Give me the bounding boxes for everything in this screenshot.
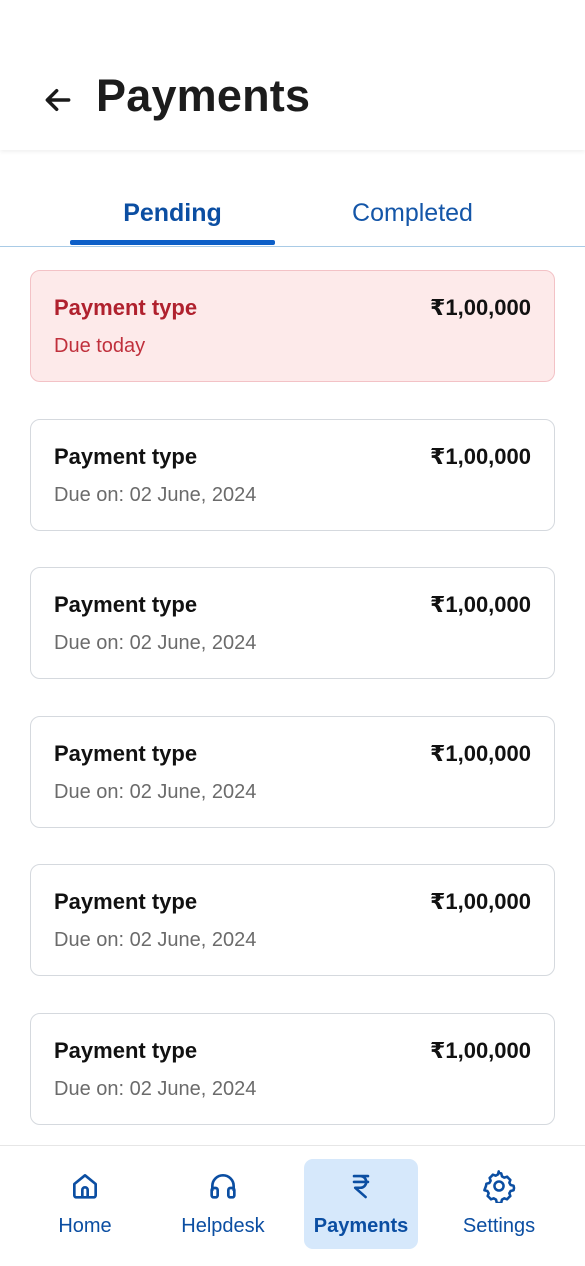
payment-type: Payment type — [54, 443, 198, 469]
payment-amount: ₹1,00,000 — [430, 889, 531, 914]
payment-due-date: Due on: 02 June, 2024 — [54, 929, 257, 951]
tab-completed[interactable]: Completed — [310, 180, 515, 246]
payment-due-date: Due on: 02 June, 2024 — [54, 483, 257, 506]
app-header: Payments — [0, 0, 585, 150]
payment-due-date: Due on: 02 June, 2024 — [54, 632, 257, 654]
gear-icon — [483, 1170, 516, 1203]
nav-item-payments[interactable]: Payments — [304, 1159, 418, 1249]
tab-pending[interactable]: Pending — [70, 180, 275, 246]
headphones-icon — [210, 1174, 236, 1199]
payment-amount: ₹1,00,000 — [430, 592, 531, 617]
payment-due-date: Due on: 02 June, 2024 — [54, 780, 257, 803]
payment-type: Payment type — [54, 295, 198, 320]
nav-label-home: Home — [58, 1215, 112, 1237]
payment-card[interactable]: Payment type ₹1,00,000 Due on: 02 June, … — [30, 1012, 555, 1125]
nav-item-helpdesk[interactable]: Helpdesk — [166, 1159, 280, 1249]
payment-card[interactable]: Payment type ₹1,00,000 Due on: 02 June, … — [30, 418, 555, 531]
payment-due-date: Due today — [54, 335, 146, 357]
back-button[interactable] — [36, 78, 80, 122]
nav-item-home[interactable]: Home — [28, 1159, 142, 1249]
nav-item-settings[interactable]: Settings — [442, 1159, 556, 1249]
home-icon — [73, 1174, 97, 1199]
payment-amount: ₹1,00,000 — [430, 295, 531, 320]
payment-tabs: Pending Completed — [0, 180, 585, 247]
rupee-icon — [352, 1174, 370, 1199]
payments-list: Payment type ₹1,00,000 Due today Payment… — [30, 270, 555, 1161]
nav-label-settings: Settings — [462, 1215, 536, 1237]
page-title: Payments — [96, 70, 311, 121]
arrow-left-icon — [45, 88, 71, 112]
payment-card[interactable]: Payment type ₹1,00,000 Due on: 02 June, … — [30, 715, 555, 828]
payment-card[interactable]: Payment type ₹1,00,000 Due on: 02 June, … — [30, 567, 555, 679]
payment-type: Payment type — [54, 740, 198, 766]
payment-type: Payment type — [54, 1037, 198, 1063]
nav-label-payments: Payments — [313, 1215, 409, 1237]
payment-amount: ₹1,00,000 — [430, 740, 531, 766]
active-tab-indicator — [70, 240, 275, 245]
payment-type: Payment type — [54, 592, 198, 617]
payment-type: Payment type — [54, 889, 198, 914]
payment-card[interactable]: Payment type ₹1,00,000 Due today — [30, 270, 555, 382]
payment-amount: ₹1,00,000 — [430, 443, 531, 469]
payment-card[interactable]: Payment type ₹1,00,000 Due on: 02 June, … — [30, 864, 555, 976]
payment-due-date: Due on: 02 June, 2024 — [54, 1077, 257, 1100]
nav-label-helpdesk: Helpdesk — [181, 1215, 265, 1237]
payment-amount: ₹1,00,000 — [430, 1037, 531, 1063]
bottom-navigation: Home Helpdesk Payments Settings — [0, 1145, 585, 1266]
